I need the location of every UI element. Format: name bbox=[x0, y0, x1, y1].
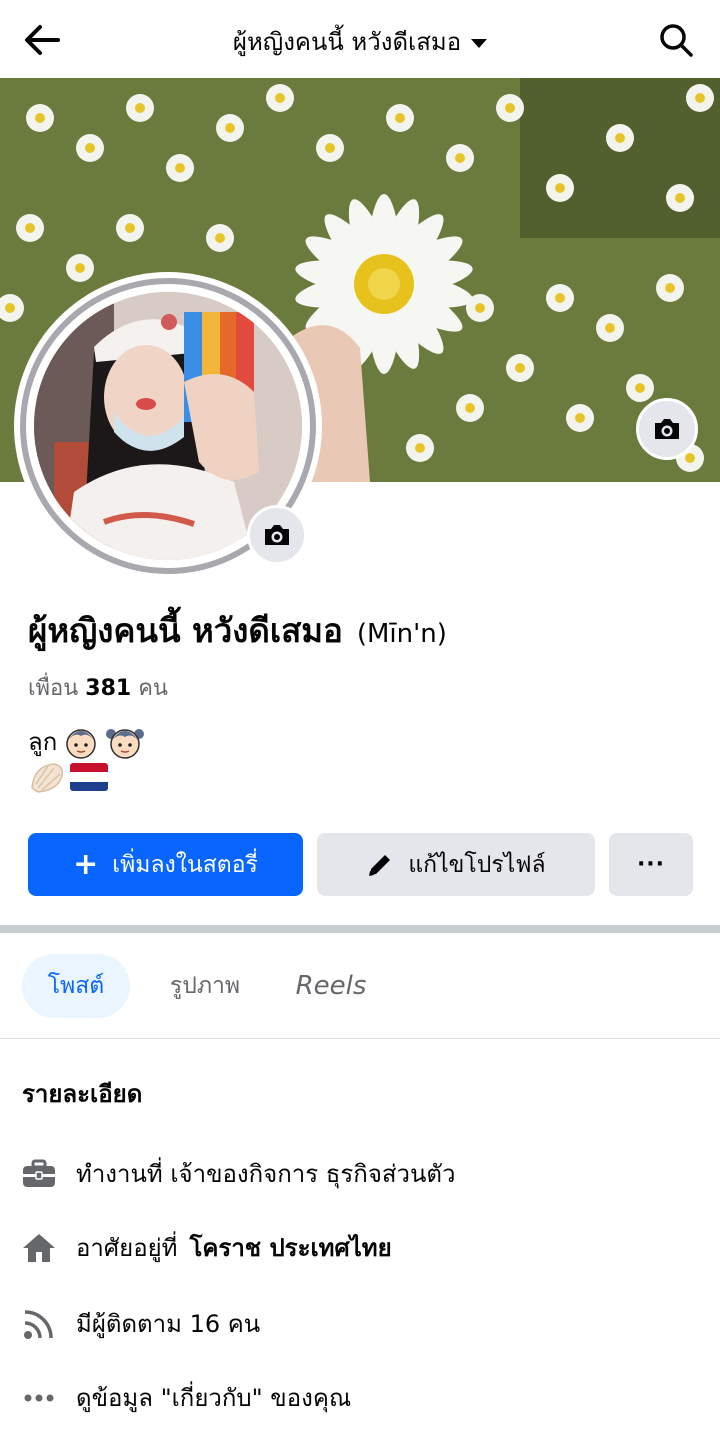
tab-label: Reels bbox=[295, 971, 367, 1001]
detail-about[interactable]: ดูข้อมูล "เกี่ยวกับ" ของคุณ bbox=[22, 1378, 351, 1417]
friends-prefix: เพื่อน bbox=[28, 676, 79, 701]
camera-icon bbox=[265, 525, 289, 545]
section-divider bbox=[0, 925, 720, 933]
cover-camera-button[interactable] bbox=[636, 398, 698, 460]
pencil-icon bbox=[369, 854, 391, 876]
tab-posts[interactable]: โพสต์ bbox=[22, 954, 130, 1018]
bio-text: ลูก bbox=[28, 728, 58, 756]
profile-alternate-name: (Mīn'n) bbox=[356, 619, 447, 649]
chevron-down-icon bbox=[471, 39, 488, 48]
bio-line bbox=[28, 760, 108, 794]
detail-work: ทำงานที่ เจ้าของกิจการ ธุรกิจส่วนตัว bbox=[22, 1154, 455, 1193]
top-bar: ผู้หญิงคนนี้ หวังดีเสมอ bbox=[0, 0, 720, 78]
detail-followers[interactable]: มีผู้ติดตาม 16 คน bbox=[22, 1304, 260, 1343]
friends-number: 381 bbox=[85, 676, 132, 701]
edit-profile-button[interactable]: แก้ไขโปรไฟล์ bbox=[317, 833, 595, 896]
add-to-story-label: เพิ่มลงในสตอรี่ bbox=[112, 851, 258, 878]
details-heading: รายละเอียด bbox=[22, 1080, 143, 1108]
profile-name-row: ผู้หญิงคนนี้ หวังดีเสมอ (Mīn'n) bbox=[28, 604, 447, 657]
friends-suffix: คน bbox=[138, 676, 168, 701]
tab-label: รูปภาพ bbox=[169, 973, 241, 999]
add-to-story-button[interactable]: + เพิ่มลงในสตอรี่ bbox=[28, 833, 303, 896]
girl-emoji-icon bbox=[106, 728, 145, 759]
detail-about-text: ดูข้อมูล "เกี่ยวกับ" ของคุณ bbox=[76, 1384, 352, 1412]
boy-emoji-icon bbox=[66, 728, 96, 759]
edit-profile-label: แก้ไขโปรไฟล์ bbox=[408, 851, 546, 878]
detail-lives-prefix: อาศัยอยู่ที่ bbox=[76, 1234, 178, 1262]
tab-label: โพสต์ bbox=[47, 973, 105, 999]
search-icon bbox=[660, 24, 693, 57]
tab-reels[interactable]: Reels bbox=[286, 954, 376, 1018]
more-dots-icon: ··· bbox=[636, 852, 666, 877]
netherlands-flag-icon bbox=[70, 763, 108, 791]
camera-icon bbox=[655, 419, 679, 439]
shell-emoji-icon bbox=[31, 763, 64, 793]
avatar-camera-button[interactable] bbox=[247, 505, 307, 565]
search-button[interactable] bbox=[654, 18, 698, 62]
tabs-divider bbox=[0, 1038, 720, 1039]
home-icon bbox=[22, 1231, 56, 1265]
briefcase-icon bbox=[22, 1157, 56, 1191]
more-options-button[interactable]: ··· bbox=[609, 833, 693, 896]
detail-lives: อาศัยอยู่ที่ โคราช ประเทศไทย bbox=[22, 1228, 392, 1267]
profile-switcher[interactable]: ผู้หญิงคนนี้ หวังดีเสมอ bbox=[0, 22, 720, 61]
bio-line: ลูก bbox=[28, 722, 145, 761]
tab-photos[interactable]: รูปภาพ bbox=[150, 954, 260, 1018]
friends-count[interactable]: เพื่อน 381 คน bbox=[28, 670, 168, 705]
plus-icon: + bbox=[73, 846, 99, 882]
profile-name: ผู้หญิงคนนี้ หวังดีเสมอ bbox=[28, 611, 343, 650]
rss-icon bbox=[22, 1307, 56, 1341]
more-dots-icon bbox=[22, 1381, 56, 1415]
top-title: ผู้หญิงคนนี้ หวังดีเสมอ bbox=[232, 28, 462, 56]
detail-lives-place[interactable]: โคราช ประเทศไทย bbox=[189, 1228, 391, 1267]
detail-work-text: ทำงานที่ เจ้าของกิจการ ธุรกิจส่วนตัว bbox=[76, 1160, 456, 1188]
detail-followers-text: มีผู้ติดตาม 16 คน bbox=[76, 1310, 261, 1338]
